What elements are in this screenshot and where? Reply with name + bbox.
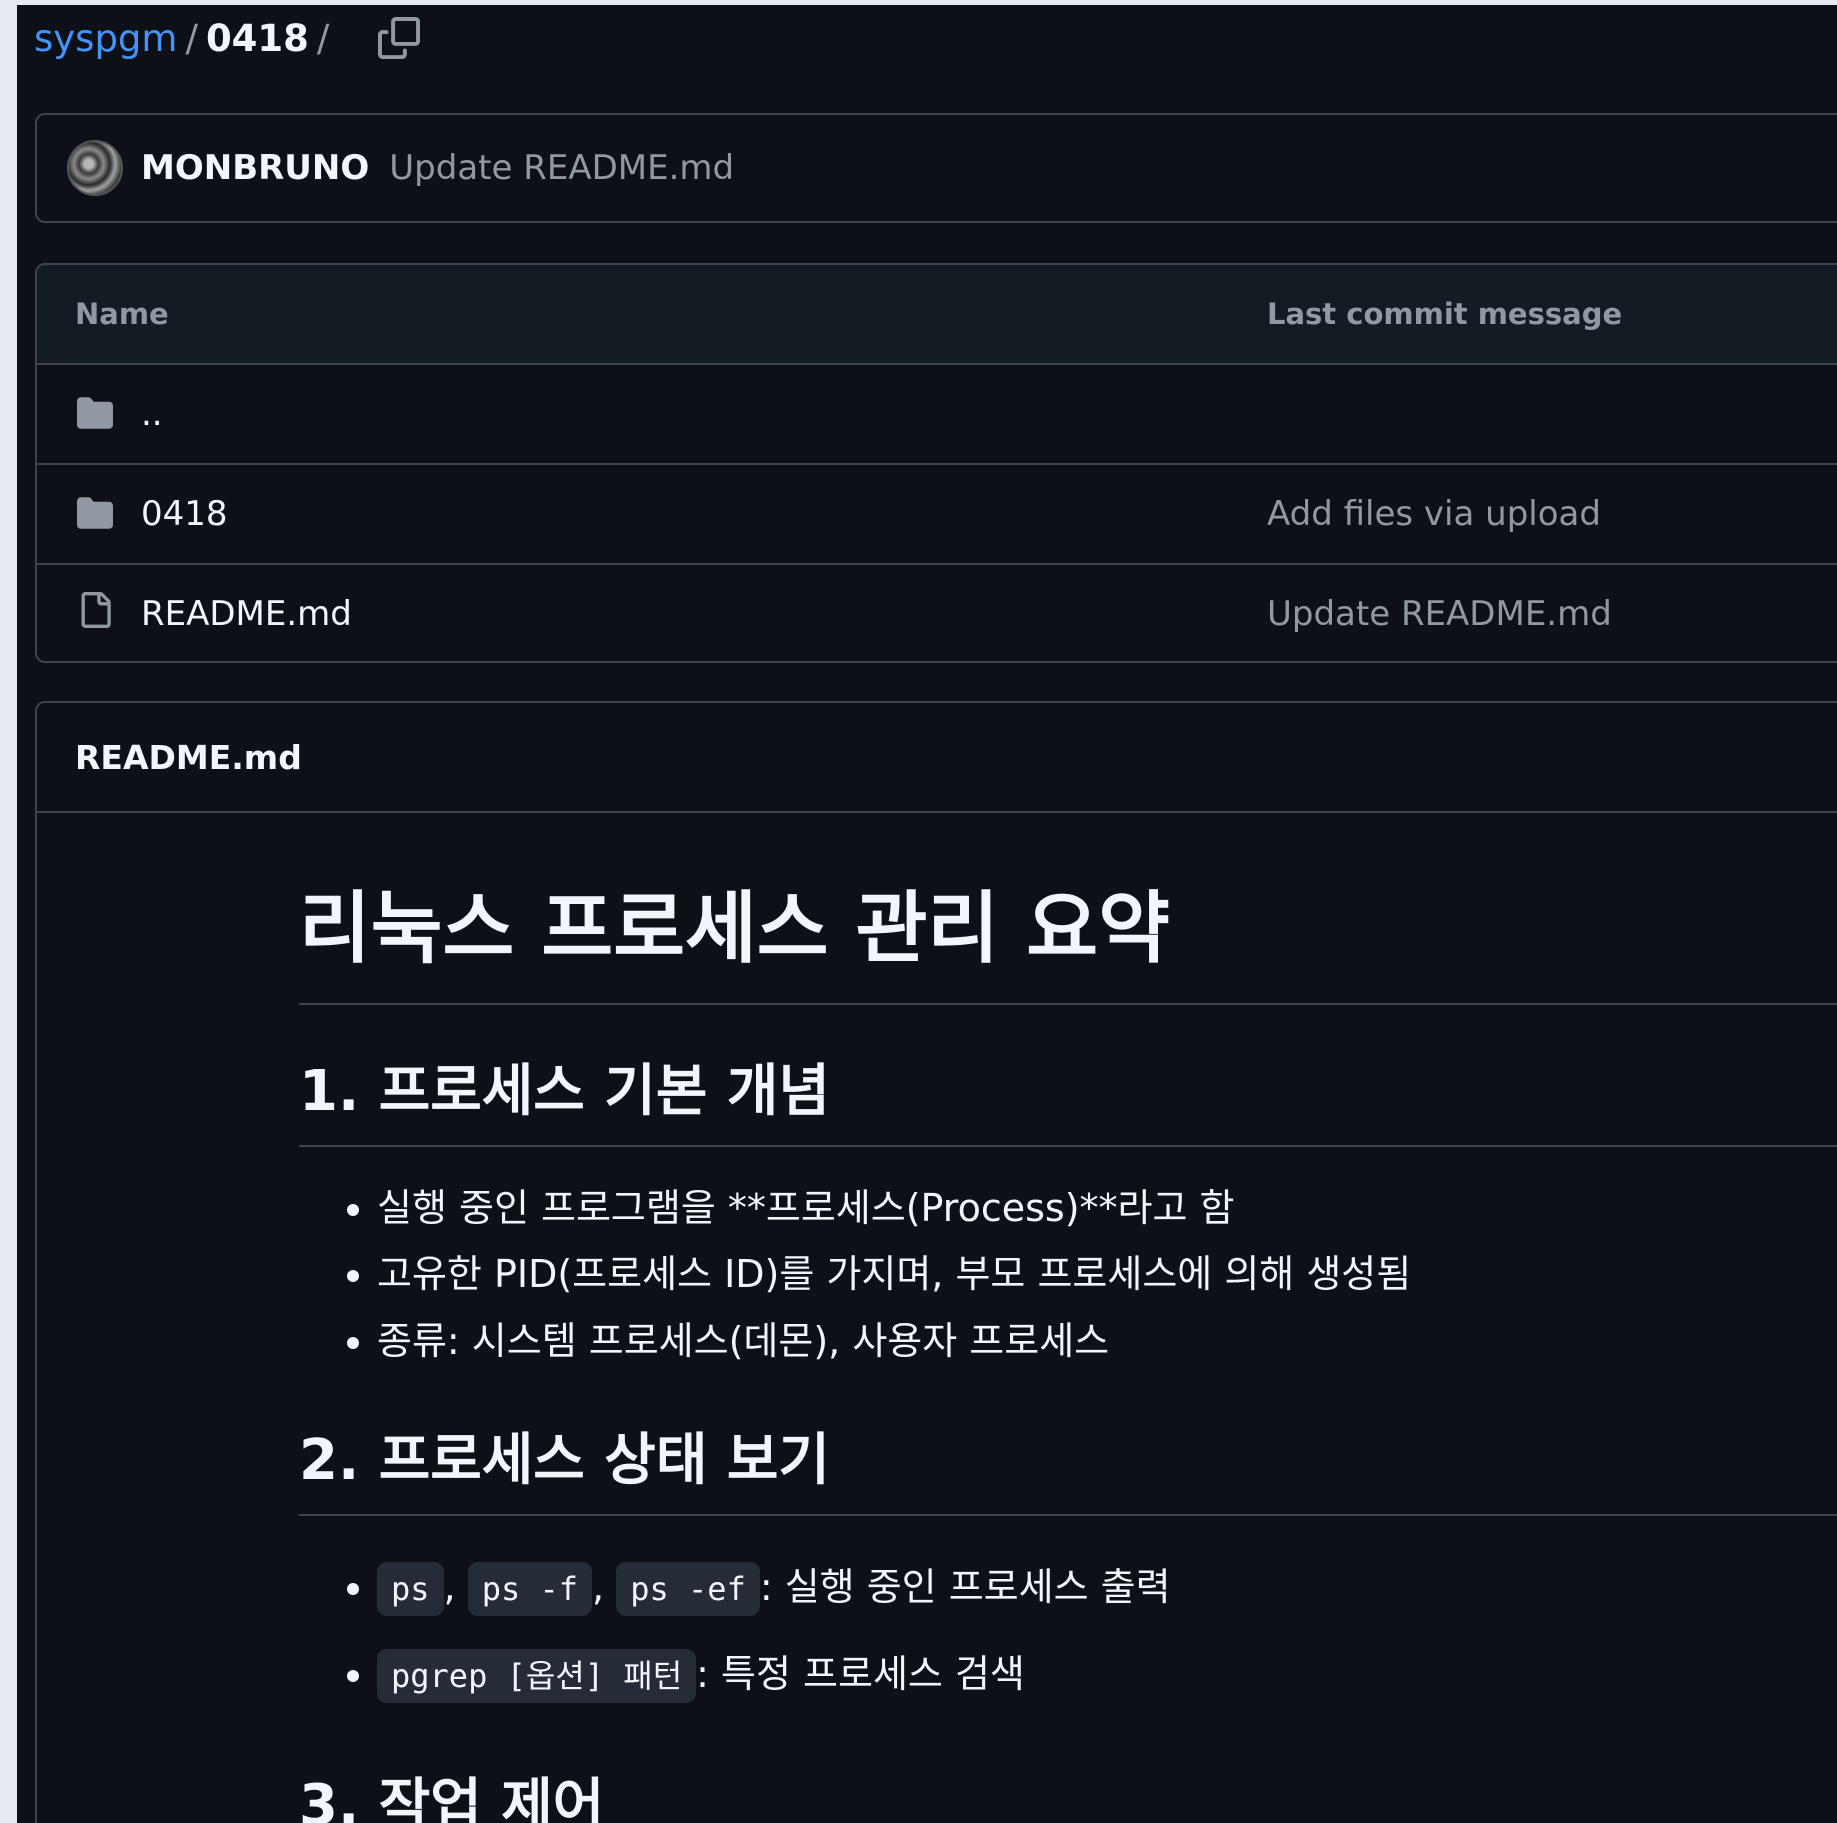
page: syspgm / 0418 / MONBRUNO Update README.m…: [17, 5, 1837, 1823]
file-table-header: Name Last commit message: [37, 265, 1837, 365]
file-name[interactable]: README.md: [141, 594, 352, 634]
file-commit-message[interactable]: Add files via upload: [1267, 494, 1601, 534]
inline-code: ps -ef: [616, 1562, 760, 1617]
section-heading: 1. 프로세스 기본 개념: [299, 1057, 1837, 1147]
column-header-last-commit: Last commit message: [1267, 297, 1623, 331]
folder-icon: [77, 397, 113, 429]
code-separator: ,: [443, 1565, 456, 1610]
latest-commit-bar: MONBRUNO Update README.md: [35, 113, 1837, 223]
readme-panel: README.md 리눅스 프로세스 관리 요약 1. 프로세스 기본 개념 실…: [35, 701, 1837, 1823]
readme-heading-1: 리눅스 프로세스 관리 요약: [299, 883, 1837, 1005]
table-row-parent[interactable]: ..: [37, 365, 1837, 465]
file-table: Name Last commit message .. 0418 Add fil…: [35, 263, 1837, 663]
bullet-list: ps, ps -f, ps -ef: 실행 중인 프로세스 출력 pgrep […: [299, 1544, 1837, 1719]
table-row[interactable]: 0418 Add files via upload: [37, 465, 1837, 565]
readme-content: 리눅스 프로세스 관리 요약 1. 프로세스 기본 개념 실행 중인 프로그램을…: [299, 823, 1837, 1823]
file-commit-message[interactable]: Update README.md: [1267, 594, 1612, 634]
commit-message[interactable]: Update README.md: [389, 148, 734, 188]
commit-author[interactable]: MONBRUNO: [141, 148, 369, 188]
list-item-text: : 특정 프로세스 검색: [696, 1652, 1025, 1697]
list-item: pgrep [옵션] 패턴: 특정 프로세스 검색: [377, 1631, 1837, 1718]
inline-code: ps -f: [467, 1562, 593, 1617]
folder-icon: [77, 497, 113, 529]
list-item: ps, ps -f, ps -ef: 실행 중인 프로세스 출력: [377, 1544, 1837, 1631]
list-item: 종류: 시스템 프로세스(데몬), 사용자 프로세스: [377, 1308, 1837, 1375]
breadcrumb-separator: /: [185, 16, 198, 60]
avatar[interactable]: [67, 140, 123, 196]
bullet-list: 실행 중인 프로그램을 **프로세스(Process)**라고 함 고유한 PI…: [299, 1175, 1837, 1375]
breadcrumb-separator: /: [316, 16, 330, 60]
table-row[interactable]: README.md Update README.md: [37, 565, 1837, 661]
code-separator: ,: [592, 1565, 605, 1610]
file-name[interactable]: ..: [141, 394, 163, 434]
file-icon: [81, 592, 111, 628]
copy-icon: [378, 17, 421, 59]
list-item: 고유한 PID(프로세스 ID)를 가지며, 부모 프로세스에 의해 생성됨: [377, 1241, 1837, 1308]
section-heading: 2. 프로세스 상태 보기: [299, 1426, 1837, 1517]
breadcrumb-repo-link[interactable]: syspgm: [34, 17, 177, 60]
column-header-name: Name: [75, 297, 169, 331]
list-item-text: : 실행 중인 프로세스 출력: [759, 1565, 1171, 1610]
inline-code: pgrep [옵션] 패턴: [377, 1649, 697, 1704]
copy-path-button[interactable]: [373, 15, 425, 61]
section-heading: 3. 작업 제어: [299, 1771, 1837, 1823]
list-item: 실행 중인 프로그램을 **프로세스(Process)**라고 함: [377, 1175, 1837, 1242]
inline-code: ps: [377, 1562, 444, 1617]
breadcrumb: syspgm / 0418 /: [34, 15, 425, 61]
breadcrumb-current-folder: 0418: [205, 16, 309, 60]
readme-title[interactable]: README.md: [37, 703, 1837, 813]
file-name[interactable]: 0418: [141, 494, 228, 534]
